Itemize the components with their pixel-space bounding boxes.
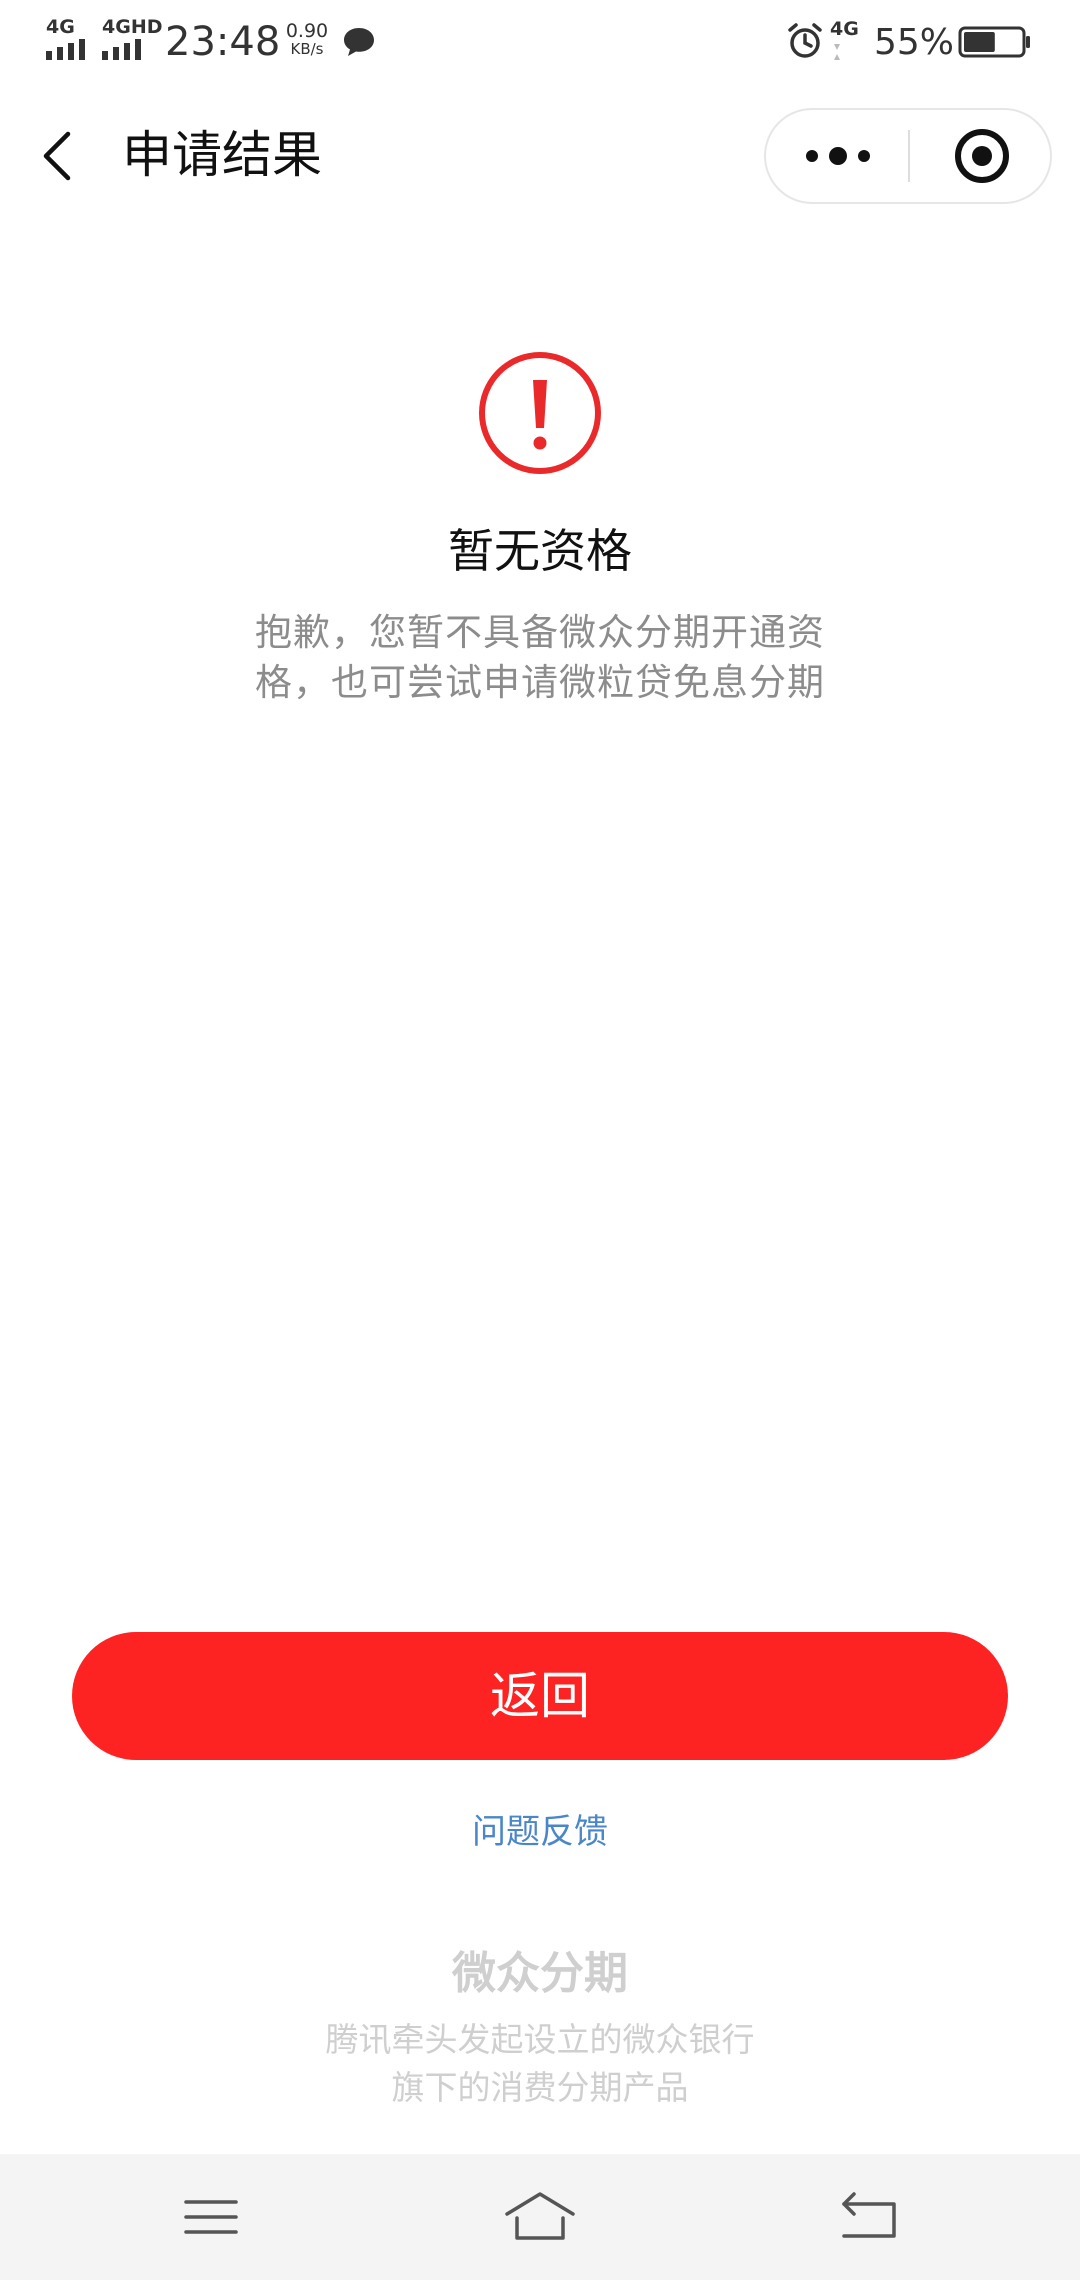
network-speed-unit: KB/s [290,40,324,58]
signal-3-label: 4G [830,18,859,40]
menu-lines-icon[interactable] [166,2184,256,2250]
brand-description-line-2: 旗下的消费分期产品 [391,2068,689,2107]
alarm-clock-icon [788,23,822,58]
brand-description: 腾讯牵头发起设立的微众银行 旗下的消费分期产品 [0,2016,1080,2112]
cell-signal-1-icon: 4G [46,18,94,60]
result-title: 暂无资格 [448,524,632,578]
back-chevron-icon[interactable] [30,124,90,188]
return-button[interactable]: 返回 [72,1632,1008,1760]
network-speed-value: 0.90 [285,20,329,42]
feedback-link[interactable]: 问题反馈 [0,1808,1080,1856]
exclamation-circle-icon [479,352,601,474]
back-return-icon[interactable] [824,2184,914,2250]
cell-signal-3-icon: 4G [830,20,866,62]
battery-percent: 55% [874,22,955,63]
nav-bar: 申请结果 [0,96,1080,216]
status-time: 23:48 [165,19,281,65]
app-screen: 4G 4GHD 23:48 0.90 KB/s 4G 55% 申请结果 暂无资格… [0,0,1080,2280]
signal-1-label: 4G [46,16,75,38]
cell-signal-2-icon: 4GHD [102,18,163,60]
message-bubble-icon [344,28,374,56]
result-description: 抱歉，您暂不具备微众分期开通资格，也可尝试申请微粒贷免息分期 [255,611,825,704]
more-dots-icon[interactable] [766,110,910,202]
home-icon[interactable] [495,2184,585,2250]
battery-icon [958,26,1030,58]
brand-description-line-1: 腾讯牵头发起设立的微众银行 [325,2020,755,2059]
system-navigation-bar [0,2154,1080,2280]
signal-2-label: 4GHD [102,16,163,38]
mini-program-capsule [764,108,1052,204]
brand-name: 微众分期 [452,1948,628,1999]
status-bar: 4G 4GHD 23:48 0.90 KB/s 4G 55% [0,0,1080,84]
page-title: 申请结果 [122,126,322,184]
network-speed: 0.90 KB/s [282,22,332,58]
target-close-icon[interactable] [910,110,1052,202]
